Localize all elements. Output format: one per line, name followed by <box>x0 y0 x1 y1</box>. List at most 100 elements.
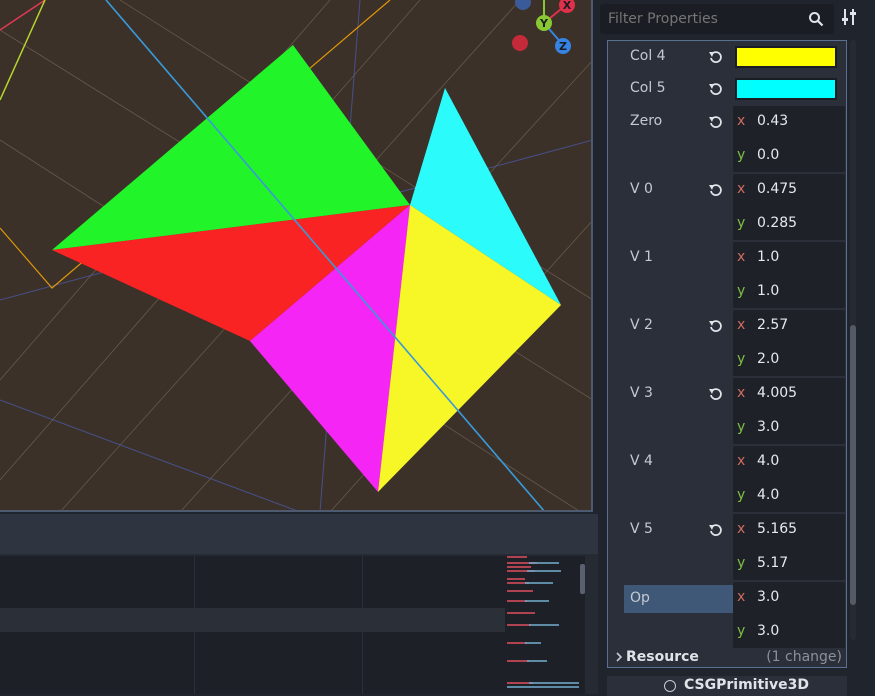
filter-properties-input[interactable] <box>608 4 798 34</box>
x-field[interactable]: x 0.475 <box>733 174 845 207</box>
property-col4: Col 4 <box>608 41 846 73</box>
scene-canvas <box>0 0 591 510</box>
y-value: 1.0 <box>757 283 780 299</box>
property-label: V 2 <box>630 317 653 333</box>
grid-divider <box>194 556 195 694</box>
y-value: 0.285 <box>757 215 798 231</box>
viewport-3d[interactable]: X Y Z <box>0 0 593 512</box>
highlighted-line <box>0 608 505 632</box>
resource-change-count: (1 change) <box>766 649 842 665</box>
y-value: 5.17 <box>757 555 789 571</box>
y-field[interactable]: y 1.0 <box>733 276 845 309</box>
property-op: Op x 3.0 y 3.0 <box>608 581 846 648</box>
property-label: V 0 <box>630 181 653 197</box>
chevron-right-icon <box>616 652 623 662</box>
minimap-scrollbar[interactable] <box>580 564 585 594</box>
gizmo-x-label: X <box>563 0 572 12</box>
x-field[interactable]: x 2.57 <box>733 310 845 343</box>
gizmo-y-label: Y <box>539 17 549 30</box>
x-field[interactable]: x 5.165 <box>733 514 845 547</box>
node-section-header[interactable]: CSGPrimitive3D <box>607 676 847 696</box>
vector2-editor: x 0.43 y 0.0 <box>733 106 845 172</box>
y-axis-label: y <box>737 147 746 163</box>
property-label: V 5 <box>630 521 653 537</box>
x-field[interactable]: x 0.43 <box>733 106 845 139</box>
x-value: 4.0 <box>757 453 780 469</box>
color-swatch-col5[interactable] <box>735 78 837 100</box>
vector2-editor: x 1.0 y 1.0 <box>733 242 845 308</box>
x-axis-label: x <box>737 385 746 401</box>
x-field[interactable]: x 4.005 <box>733 378 845 411</box>
property-zero: Zero x 0.43 y 0.0 <box>608 105 846 173</box>
property-v5: V 5 x 5.165 y 5.17 <box>608 513 846 581</box>
property-label: Op <box>630 590 650 606</box>
x-field[interactable]: x 1.0 <box>733 242 845 275</box>
inspector-tools-icon[interactable] <box>840 8 858 26</box>
y-field[interactable]: y 3.0 <box>733 412 845 445</box>
vector2-editor: x 5.165 y 5.17 <box>733 514 845 580</box>
x-axis-label: x <box>737 249 746 265</box>
filter-properties-bar <box>600 4 834 34</box>
revert-icon[interactable] <box>708 318 724 334</box>
revert-icon[interactable] <box>708 522 724 538</box>
y-value: 3.0 <box>757 623 780 639</box>
x-axis-label: x <box>737 317 746 333</box>
x-value: 2.57 <box>757 317 789 333</box>
y-axis-label: y <box>737 623 746 639</box>
y-field[interactable]: y 5.17 <box>733 548 845 581</box>
script-editor-area[interactable] <box>0 556 505 694</box>
axis-gizmo[interactable]: X Y Z <box>505 0 577 60</box>
resource-section-header[interactable]: Resource (1 change) <box>608 645 846 669</box>
y-value: 3.0 <box>757 419 780 435</box>
x-value: 5.165 <box>757 521 798 537</box>
y-value: 2.0 <box>757 351 780 367</box>
property-label: V 1 <box>630 249 653 265</box>
revert-icon[interactable] <box>708 49 724 65</box>
x-value: 3.0 <box>757 589 780 605</box>
x-field[interactable]: x 3.0 <box>733 582 845 615</box>
x-field[interactable]: x 4.0 <box>733 446 845 479</box>
y-field[interactable]: y 0.285 <box>733 208 845 241</box>
property-label: Col 5 <box>630 80 666 96</box>
x-value: 1.0 <box>757 249 780 265</box>
x-value: 4.005 <box>757 385 798 401</box>
property-label: V 4 <box>630 453 653 469</box>
y-axis-label: y <box>737 419 746 435</box>
property-v3: V 3 x 4.005 y 3.0 <box>608 377 846 445</box>
property-v0: V 0 x 0.475 y 0.285 <box>608 173 846 241</box>
x-axis-label: x <box>737 181 746 197</box>
inspector-scrollbar[interactable] <box>850 40 856 640</box>
y-field[interactable]: y 2.0 <box>733 344 845 377</box>
vector2-editor: x 2.57 y 2.0 <box>733 310 845 376</box>
resource-label: Resource <box>626 649 699 665</box>
revert-icon[interactable] <box>708 182 724 198</box>
y-field[interactable]: y 4.0 <box>733 480 845 513</box>
vector2-editor: x 4.0 y 4.0 <box>733 446 845 512</box>
revert-icon[interactable] <box>708 81 724 97</box>
node-class-label: CSGPrimitive3D <box>684 677 809 693</box>
y-value: 4.0 <box>757 487 780 503</box>
code-minimap[interactable] <box>505 556 585 694</box>
x-axis-label: x <box>737 113 746 129</box>
color-swatch-col4[interactable] <box>735 46 837 68</box>
scrollbar-thumb[interactable] <box>850 325 856 605</box>
revert-icon[interactable] <box>708 114 724 130</box>
y-field[interactable]: y 0.0 <box>733 140 845 173</box>
y-axis-label: y <box>737 351 746 367</box>
property-label: Col 4 <box>630 48 666 64</box>
property-v1: V 1 x 1.0 y 1.0 <box>608 241 846 309</box>
node-icon <box>664 680 676 692</box>
search-icon[interactable] <box>808 11 824 27</box>
x-value: 0.475 <box>757 181 798 197</box>
y-axis-label: y <box>737 283 746 299</box>
x-axis-label: x <box>737 521 746 537</box>
x-value: 0.43 <box>757 113 789 129</box>
property-v2: V 2 x 2.57 y 2.0 <box>608 309 846 377</box>
property-label: V 3 <box>630 385 653 401</box>
revert-icon[interactable] <box>708 386 724 402</box>
y-axis-label: y <box>737 555 746 571</box>
y-value: 0.0 <box>757 147 780 163</box>
property-v4: V 4 x 4.0 y 4.0 <box>608 445 846 513</box>
grid-divider <box>362 556 363 694</box>
properties-list: Col 4 Col 5 Zero x 0.43 y 0.0 V 0 x 0.47… <box>607 40 847 668</box>
